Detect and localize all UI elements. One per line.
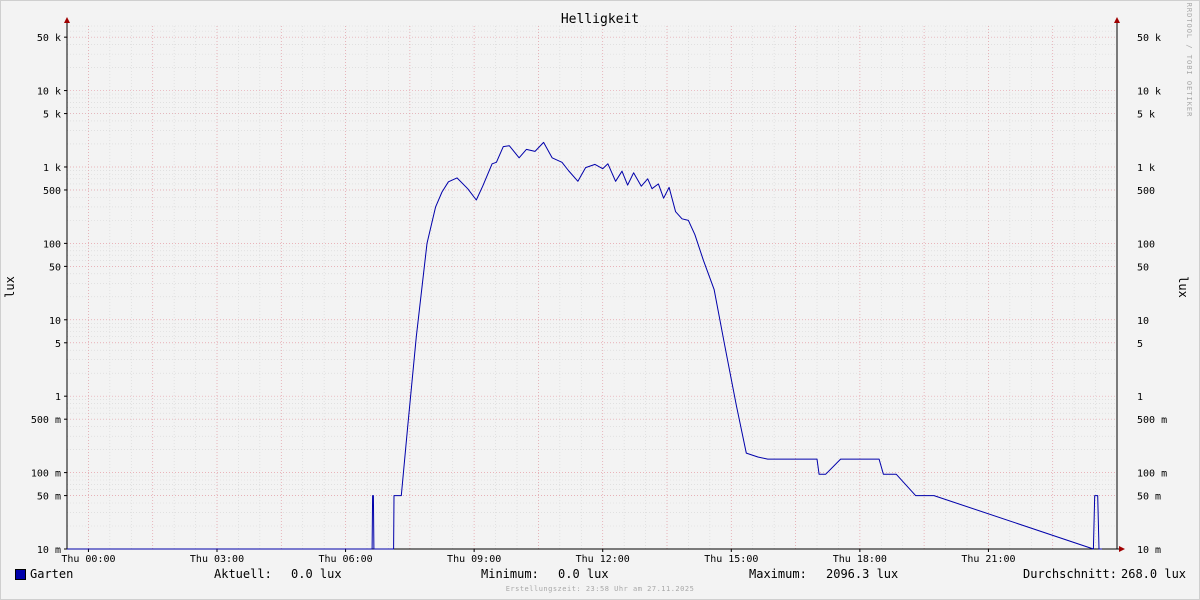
y-tick-label-right: 50 k [1137, 33, 1161, 44]
y-tick-label-right: 100 [1137, 239, 1155, 250]
y-tick-label-right: 100 m [1137, 469, 1167, 480]
minimum-label: Minimum: [481, 567, 539, 581]
y-tick-label-right: 1 k [1137, 163, 1155, 174]
y-tick-label-right: 10 m [1137, 545, 1161, 556]
y-tick-label: 5 k [43, 110, 61, 121]
series-layer [67, 141, 1102, 550]
y-axis-label-left: lux [3, 276, 17, 298]
y-tick-label: 10 m [37, 545, 61, 556]
x-tick-label: Thu 18:00 [833, 554, 887, 565]
x-tick-label: Thu 15:00 [704, 554, 758, 565]
grid-layer [67, 25, 1118, 550]
y-tick-label: 50 [49, 262, 61, 273]
average-value: 268.0 lux [1121, 567, 1187, 581]
y-axis-left-arrow [64, 17, 70, 23]
creation-time: Erstellungszeit: 23:58 Uhr am 27.11.2025 [505, 585, 695, 593]
y-tick-label-right: 1 [1137, 392, 1143, 403]
x-tick-label: Thu 21:00 [961, 554, 1015, 565]
series-line-garten [67, 141, 1102, 550]
chart-title: Helligkeit [561, 12, 639, 27]
maximum-label: Maximum: [749, 567, 807, 581]
y-tick-label: 50 k [37, 33, 61, 44]
y-axis-right-arrow [1114, 17, 1120, 23]
y-tick-label-right: 5 [1137, 339, 1143, 350]
average-label: Durchschnitt: [1023, 567, 1117, 581]
y-tick-label-right: 10 k [1137, 87, 1161, 98]
x-tick-label: Thu 00:00 [61, 554, 115, 565]
current-value: 0.0 lux [291, 567, 342, 581]
x-axis-arrow [1119, 546, 1125, 552]
axes-layer [64, 17, 1125, 552]
y-tick-label-right: 500 [1137, 186, 1155, 197]
y-tick-label-right: 500 m [1137, 415, 1167, 426]
y-tick-labels-left: 50 k 10 k 5 k 1 k 500 100 50 10 5 1 500 m 100 m 50 m… [31, 33, 61, 556]
y-tick-label: 50 m [37, 492, 61, 503]
y-tick-label: 1 [55, 392, 61, 403]
x-tick-label: Thu 06:00 [318, 554, 372, 565]
y-tick-label-right: 5 k [1137, 110, 1155, 121]
maximum-value: 2096.3 lux [826, 567, 899, 581]
legend: Garten Aktuell: 0.0 lux Minimum: 0.0 lux… [14, 567, 1186, 585]
y-tick-label-right: 50 [1137, 262, 1149, 273]
y-tick-label-right: 50 m [1137, 492, 1161, 503]
y-tick-label: 5 [55, 339, 61, 350]
current-label: Aktuell: [214, 567, 272, 581]
y-tick-label: 10 [49, 316, 61, 327]
x-tick-labels: Thu 00:00 Thu 03:00 Thu 06:00 Thu 09:00 Thu … [61, 554, 1015, 565]
x-tick-label: Thu 03:00 [190, 554, 244, 565]
y-tick-label: 500 [43, 186, 61, 197]
watermark: RRDTOOL / TOBI OETIKER [1185, 3, 1193, 118]
y-tick-label: 10 k [37, 87, 61, 98]
y-tick-labels-right: 50 k 10 k 5 k 1 k 500 100 50 10 5 1 500 m 100 m 50 m… [1137, 33, 1167, 556]
y-tick-label: 100 [43, 239, 61, 250]
x-tick-label: Thu 12:00 [576, 554, 630, 565]
y-tick-label: 500 m [31, 415, 61, 426]
y-tick-label: 1 k [43, 163, 61, 174]
brightness-chart: 50 k 10 k 5 k 1 k 500 100 50 10 5 1 500 m 100 m 50 m… [3, 3, 1193, 565]
y-tick-label-right: 10 [1137, 316, 1149, 327]
y-axis-label-right: lux [1176, 276, 1190, 298]
minimum-value: 0.0 lux [558, 567, 609, 581]
legend-series-name: Garten [30, 567, 74, 581]
y-tick-label: 100 m [31, 469, 61, 480]
legend-swatch-garten [15, 569, 26, 580]
x-tick-label: Thu 09:00 [447, 554, 501, 565]
